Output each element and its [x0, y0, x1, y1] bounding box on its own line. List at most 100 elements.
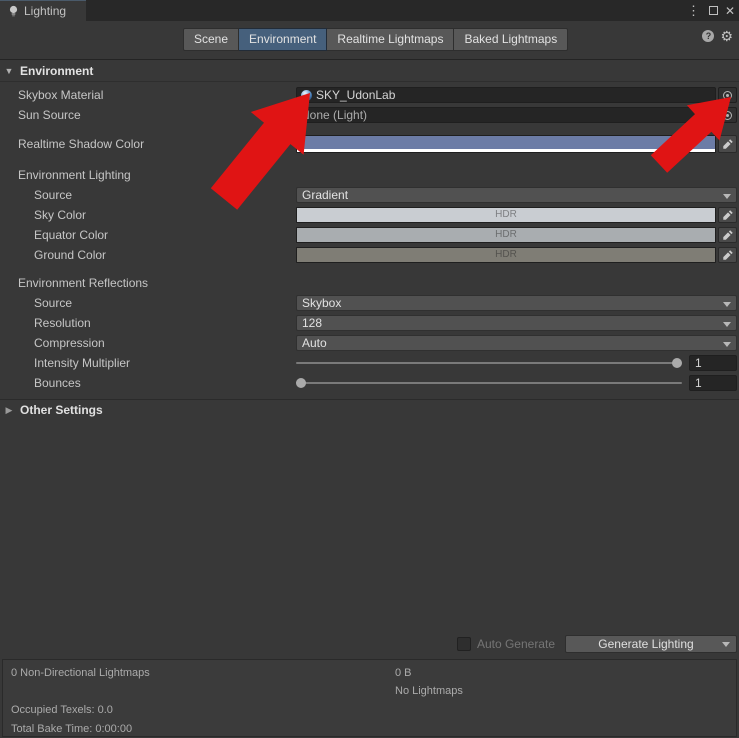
intensity-multiplier-row: Intensity Multiplier 1: [0, 353, 739, 373]
lighting-window: Lighting ⋮ ✕ Scene Environment Realtime …: [0, 0, 739, 738]
chevron-down-icon: [723, 322, 731, 327]
sky-color-row: Sky Color HDR: [0, 205, 739, 225]
lightbulb-icon: [9, 5, 18, 16]
slider-thumb[interactable]: [296, 378, 306, 388]
sky-color-label: Sky Color: [34, 208, 87, 222]
window-tab-lighting[interactable]: Lighting: [0, 0, 86, 21]
environment-reflections-label: Environment Reflections: [18, 276, 149, 290]
chevron-down-icon: [722, 642, 730, 647]
sun-source-picker-button[interactable]: [718, 107, 737, 123]
tab-realtime-lightmaps[interactable]: Realtime Lightmaps: [327, 28, 455, 51]
ground-color-eyedropper-button[interactable]: [718, 247, 737, 263]
realtime-shadow-color-swatch[interactable]: [296, 135, 716, 153]
ground-color-label: Ground Color: [34, 248, 107, 262]
title-bar: Lighting ⋮ ✕: [0, 0, 739, 21]
reflections-source-row: Source Skybox: [0, 293, 739, 313]
foldout-open-icon: ▼: [4, 66, 14, 76]
skybox-material-field[interactable]: SKY_UdonLab: [296, 87, 716, 103]
environment-reflections-group-row: Environment Reflections: [0, 273, 739, 293]
toolbar-icons: ? ⚙: [702, 29, 733, 43]
compression-value: Auto: [302, 336, 327, 350]
realtime-shadow-color-label: Realtime Shadow Color: [18, 137, 145, 151]
environment-lighting-group-row: Environment Lighting: [0, 165, 739, 185]
env-lighting-source-value: Gradient: [302, 188, 349, 202]
intensity-multiplier-slider[interactable]: [296, 355, 682, 371]
equator-color-eyedropper-button[interactable]: [718, 227, 737, 243]
skybox-material-picker-button[interactable]: [718, 87, 737, 103]
shadow-color-eyedropper-button[interactable]: [718, 135, 737, 153]
bounces-slider[interactable]: [296, 375, 682, 391]
reflections-source-value: Skybox: [302, 296, 342, 310]
slider-track: [296, 362, 682, 364]
other-settings-header[interactable]: ▶ Other Settings: [0, 400, 739, 420]
compression-label: Compression: [34, 336, 105, 350]
bake-controls-bar: Auto Generate Generate Lighting: [0, 634, 737, 654]
bounces-label: Bounces: [34, 376, 81, 390]
color-swatch-main: [297, 136, 715, 149]
sun-source-label: Sun Source: [18, 108, 81, 122]
help-icon[interactable]: ?: [702, 30, 715, 42]
realtime-shadow-color-row: Realtime Shadow Color: [0, 133, 739, 155]
stat-non-directional-lightmaps: 0 Non-Directional Lightmaps: [11, 667, 150, 679]
resolution-label: Resolution: [34, 316, 91, 330]
environment-section-title: Environment: [20, 64, 94, 78]
ground-color-swatch[interactable]: HDR: [296, 247, 716, 263]
intensity-multiplier-field[interactable]: 1: [689, 355, 737, 371]
ground-color-row: Ground Color HDR: [0, 245, 739, 265]
sky-color-swatch[interactable]: HDR: [296, 207, 716, 223]
env-lighting-source-row: Source Gradient: [0, 185, 739, 205]
generate-lighting-label: Generate Lighting: [598, 637, 694, 651]
slider-track: [296, 382, 682, 384]
skybox-material-value: SKY_UdonLab: [316, 88, 396, 102]
window-menu-icon[interactable]: ⋮: [685, 4, 702, 17]
environment-section-header[interactable]: ▼ Environment: [0, 61, 739, 82]
bounces-row: Bounces 1: [0, 373, 739, 393]
chevron-down-icon: [723, 342, 731, 347]
sun-source-value: None (Light): [301, 108, 368, 122]
bounces-field[interactable]: 1: [689, 375, 737, 391]
environment-panel: ▼ Environment Skybox Material SKY_UdonLa…: [0, 60, 739, 420]
eyedropper-icon: [722, 210, 733, 220]
compression-dropdown[interactable]: Auto: [296, 335, 737, 351]
foldout-closed-icon: ▶: [5, 404, 13, 415]
gear-icon[interactable]: ⚙: [720, 29, 733, 43]
object-picker-icon: [723, 110, 732, 120]
eyedropper-icon: [722, 139, 733, 149]
sky-color-eyedropper-button[interactable]: [718, 207, 737, 223]
generate-lighting-button[interactable]: Generate Lighting: [565, 635, 737, 653]
equator-color-swatch[interactable]: HDR: [296, 227, 716, 243]
auto-generate-checkbox[interactable]: [456, 637, 471, 651]
reflections-source-label: Source: [34, 296, 73, 310]
env-lighting-source-label: Source: [34, 188, 73, 202]
stat-occupied-texels: Occupied Texels: 0.0: [11, 704, 113, 716]
material-sphere-icon: [301, 89, 312, 101]
resolution-dropdown[interactable]: 128: [296, 315, 737, 331]
eyedropper-icon: [722, 250, 733, 260]
tab-baked-lightmaps[interactable]: Baked Lightmaps: [454, 28, 569, 51]
compression-row: Compression Auto: [0, 333, 739, 353]
tab-environment[interactable]: Environment: [239, 28, 328, 51]
maximize-icon[interactable]: [708, 6, 718, 15]
auto-generate-label: Auto Generate: [476, 637, 555, 651]
window-controls: ⋮ ✕: [685, 0, 735, 21]
env-lighting-source-dropdown[interactable]: Gradient: [296, 187, 737, 203]
lighting-tab-group: Scene Environment Realtime Lightmaps Bak…: [183, 28, 569, 51]
slider-thumb[interactable]: [672, 358, 682, 368]
tab-scene[interactable]: Scene: [183, 28, 240, 51]
color-swatch-main: [297, 208, 715, 222]
chevron-down-icon: [723, 302, 731, 307]
lighting-toolbar: Scene Environment Realtime Lightmaps Bak…: [0, 21, 739, 60]
sun-source-row: Sun Source None (Light): [0, 105, 739, 125]
sun-source-field[interactable]: None (Light): [296, 107, 716, 123]
skybox-material-label: Skybox Material: [18, 88, 104, 102]
close-icon[interactable]: ✕: [725, 5, 735, 17]
other-settings-title: Other Settings: [20, 403, 103, 417]
chevron-down-icon: [723, 194, 731, 199]
eyedropper-icon: [722, 230, 733, 240]
skybox-material-row: Skybox Material SKY_UdonLab: [0, 85, 739, 105]
intensity-multiplier-label: Intensity Multiplier: [34, 356, 131, 370]
reflections-source-dropdown[interactable]: Skybox: [296, 295, 737, 311]
object-picker-icon: [723, 90, 732, 100]
lightmap-stats-panel: 0 Non-Directional Lightmaps 0 B No Light…: [2, 659, 737, 737]
stat-total-bake-time: Total Bake Time: 0:00:00: [11, 723, 133, 735]
